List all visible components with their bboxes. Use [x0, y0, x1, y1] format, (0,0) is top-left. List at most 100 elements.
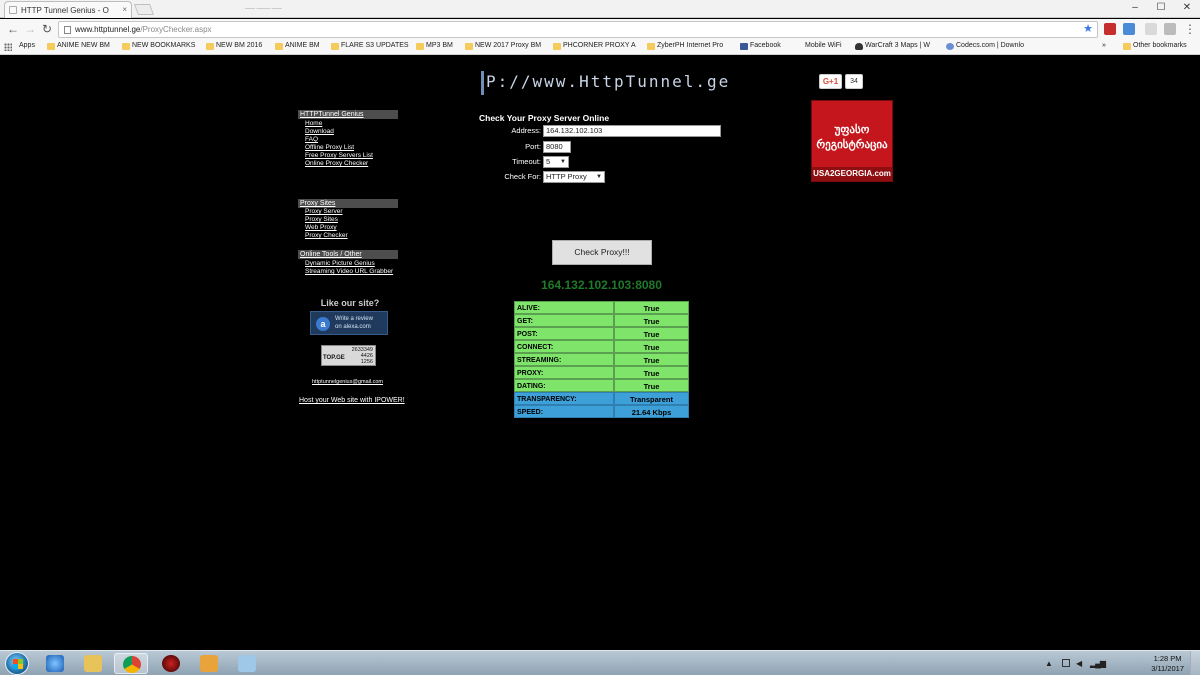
sidebar-link-dynamic-picture[interactable]: Dynamic Picture Genius — [305, 260, 375, 268]
chrome-menu-icon[interactable]: ⋮ — [1183, 22, 1197, 36]
page-info-icon[interactable] — [64, 26, 71, 34]
tab-close-icon[interactable]: × — [122, 5, 127, 14]
sidebar-link-proxy-server[interactable]: Proxy Server — [305, 208, 343, 216]
extension-icon-4[interactable] — [1164, 23, 1176, 35]
bookmark-codecs[interactable]: Codecs.com | Downlo — [946, 42, 1024, 50]
sidebar-heading[interactable]: Proxy Sites — [298, 199, 398, 208]
folder-icon — [84, 655, 102, 672]
result-key: DATING: — [514, 379, 614, 392]
taskbar-video-player[interactable] — [192, 653, 226, 674]
chevron-down-icon: ▼ — [560, 159, 566, 165]
chevron-down-icon: ▼ — [596, 174, 602, 180]
bookmark-facebook[interactable]: Facebook — [740, 42, 781, 50]
sidebar-link-home[interactable]: Home — [305, 120, 322, 128]
video-player-icon — [200, 655, 218, 672]
checkfor-select[interactable]: HTTP Proxy ▼ — [543, 171, 605, 183]
show-desktop-button[interactable] — [1190, 651, 1200, 675]
like-box: Like our site? a Write a review on alexa… — [310, 298, 390, 335]
clock[interactable]: 1:28 PM 3/11/2017 — [1151, 654, 1184, 674]
sidebar-link-download[interactable]: Download — [305, 128, 334, 136]
check-proxy-button[interactable]: Check Proxy!!! — [552, 240, 652, 265]
result-value: True — [614, 314, 689, 327]
address-bar[interactable]: www.httptunnel.ge/ProxyChecker.aspx ★ — [58, 21, 1098, 38]
start-button[interactable] — [5, 652, 29, 675]
port-input[interactable]: 8080 — [543, 141, 571, 153]
sidebar-link-free-proxy-servers[interactable]: Free Proxy Servers List — [305, 152, 373, 160]
tray-overflow-icon[interactable]: ▲ — [1045, 659, 1053, 668]
chrome-icon — [123, 656, 141, 673]
bookmark-item[interactable]: NEW BOOKMARKS — [122, 42, 195, 50]
bookmark-item[interactable]: PHCORNER PROXY A — [553, 42, 636, 50]
bookmark-item[interactable]: ANIME NEW BM — [47, 42, 110, 50]
ad-text: უფასო რეგისტრაცია — [816, 124, 888, 151]
bookmark-star-icon[interactable]: ★ — [1083, 22, 1093, 37]
taskbar-media-app[interactable] — [154, 653, 188, 674]
browser-tab[interactable]: HTTP Tunnel Genius - O × — [4, 1, 132, 18]
speaker-icon[interactable]: ◀ — [1076, 659, 1082, 668]
timeout-value: 5 — [546, 157, 551, 166]
sidebar-link-faq[interactable]: FAQ — [305, 136, 318, 144]
close-window-button[interactable]: ✕ — [1174, 0, 1200, 17]
bookmark-mobile-wifi[interactable]: Mobile WiFi — [795, 42, 842, 49]
extension-icon-2[interactable] — [1123, 23, 1135, 35]
result-row: SPEED: 21.64 Kbps — [514, 405, 689, 418]
google-plus-button[interactable]: G+1 34 — [819, 74, 863, 89]
result-row: TRANSPARENCY: Transparent — [514, 392, 689, 405]
sidebar-link-video-grabber[interactable]: Streaming Video URL Grabber — [305, 268, 393, 276]
timeout-select[interactable]: 5 ▼ — [543, 156, 569, 168]
sidebar-heading[interactable]: Online Tools / Other — [298, 250, 398, 259]
result-row: POST: True — [514, 327, 689, 340]
contact-email-link[interactable]: httptunnelgenius@gmail.com — [312, 379, 383, 385]
ad-banner[interactable]: უფასო რეგისტრაცია USA2GEORGIA.com — [811, 100, 893, 182]
network-icon[interactable]: ▂▄▆ — [1090, 659, 1106, 668]
taskbar-chrome[interactable] — [114, 653, 148, 674]
reload-button[interactable]: ↻ — [40, 22, 54, 36]
bookmark-item[interactable]: MP3 BM — [416, 42, 453, 50]
taskbar-file-explorer[interactable] — [76, 653, 110, 674]
tab-title: HTTP Tunnel Genius - O — [21, 6, 109, 15]
extension-icon-1[interactable] — [1104, 23, 1116, 35]
top-ge-counter[interactable]: TOP.GE 2633349 4426 1256 — [321, 345, 376, 366]
result-key: STREAMING: — [514, 353, 614, 366]
bookmark-item[interactable]: FLARE S3 UPDATES — [331, 42, 409, 50]
forward-button[interactable]: → — [23, 22, 37, 36]
bookmark-warcraft[interactable]: WarCraft 3 Maps | W — [855, 42, 930, 50]
sidebar-link-online-proxy-checker[interactable]: Online Proxy Checker — [305, 160, 368, 168]
extension-icon-3[interactable] — [1145, 23, 1157, 35]
media-app-icon — [162, 655, 180, 672]
result-value: 21.64 Kbps — [614, 405, 689, 418]
taskbar-notepad[interactable] — [230, 653, 264, 674]
result-row: PROXY: True — [514, 366, 689, 379]
new-tab-button[interactable] — [133, 4, 155, 15]
taskbar-internet-explorer[interactable] — [38, 653, 72, 674]
sidebar-link-proxy-sites[interactable]: Proxy Sites — [305, 216, 338, 224]
result-row: DATING: True — [514, 379, 689, 392]
result-value: Transparent — [614, 392, 689, 405]
clock-date: 3/11/2017 — [1151, 664, 1184, 673]
action-center-icon[interactable] — [1062, 659, 1070, 667]
maximize-button[interactable]: ☐ — [1148, 0, 1174, 17]
other-bookmarks[interactable]: Other bookmarks — [1123, 42, 1187, 50]
bookmark-apps[interactable]: Apps — [9, 42, 35, 49]
bookmark-item[interactable]: ANIME BM — [275, 42, 320, 50]
bookmark-item[interactable]: NEW 2017 Proxy BM — [465, 42, 541, 50]
host-ipower-link[interactable]: Host your Web site with IPOWER! — [299, 397, 405, 404]
bookmarks-overflow-icon[interactable]: » — [1092, 42, 1106, 49]
bookmark-item[interactable]: ZyberPH Internet Pro — [647, 42, 723, 50]
back-button[interactable]: ← — [6, 22, 20, 36]
site-logo[interactable]: P://www.HttpTunnel.ge — [481, 68, 749, 96]
ghost-tab: ___ ____ ___ — [245, 3, 282, 9]
bookmarks-bar: Apps ANIME NEW BM NEW BOOKMARKS NEW BM 2… — [0, 40, 1200, 55]
sidebar-heading[interactable]: HTTPTunnel Genius — [298, 110, 398, 119]
result-key: CONNECT: — [514, 340, 614, 353]
address-input[interactable]: 164.132.102.103 — [543, 125, 721, 137]
result-value: True — [614, 366, 689, 379]
bookmark-item[interactable]: NEW BM 2016 — [206, 42, 262, 50]
browser-toolbar: ← → ↻ www.httptunnel.ge/ProxyChecker.asp… — [0, 19, 1200, 40]
alexa-review-button[interactable]: a Write a review on alexa.com — [310, 311, 388, 335]
sidebar-link-web-proxy[interactable]: Web Proxy — [305, 224, 337, 232]
minimize-button[interactable]: – — [1122, 0, 1148, 17]
sidebar-link-offline-proxy-list[interactable]: Offline Proxy List — [305, 144, 354, 152]
sidebar-link-proxy-checker[interactable]: Proxy Checker — [305, 232, 348, 240]
result-key: TRANSPARENCY: — [514, 392, 614, 405]
